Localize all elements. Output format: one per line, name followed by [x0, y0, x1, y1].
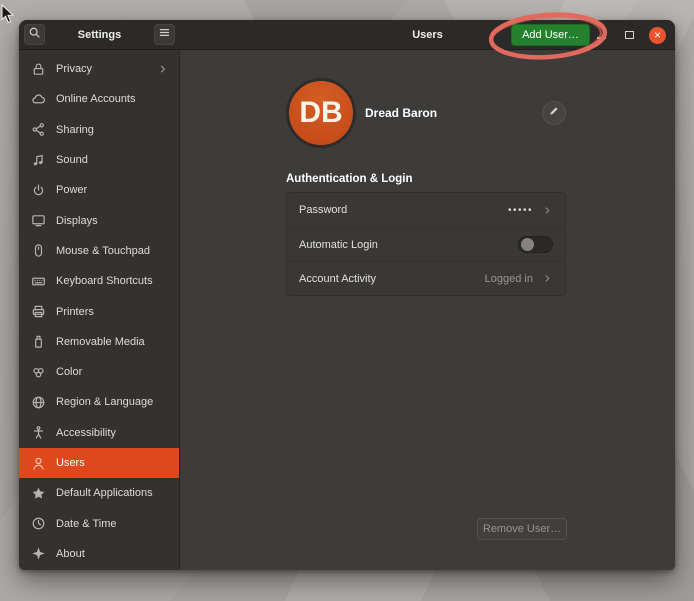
chevron-right-icon	[157, 63, 169, 75]
lock-icon	[31, 62, 46, 77]
row-label: Automatic Login	[299, 239, 378, 251]
account-activity-row[interactable]: Account Activity Logged in	[287, 261, 565, 295]
sidebar-item-region-and-language[interactable]: Region & Language	[19, 387, 179, 417]
sidebar-item-label: Privacy	[56, 63, 92, 75]
titlebar-main-section: Users Add User… ×	[180, 20, 675, 49]
sidebar-item-label: Mouse & Touchpad	[56, 245, 150, 257]
sidebar-item-default-applications[interactable]: Default Applications	[19, 478, 179, 508]
users-panel: DB Dread Baron Authentication & Login Pa…	[180, 50, 675, 570]
clock-icon	[31, 516, 46, 531]
remove-user-button[interactable]: Remove User…	[477, 518, 567, 540]
desktop-background: Settings Users Add User…	[0, 0, 694, 601]
window-body: Privacy Online Accounts Sharing Sound Power D…	[19, 50, 675, 570]
primary-menu-button[interactable]	[154, 24, 175, 45]
titlebar: Settings Users Add User…	[19, 20, 675, 50]
globe-icon	[31, 395, 46, 410]
sidebar-item-label: Sound	[56, 154, 88, 166]
hamburger-menu-icon	[158, 26, 171, 44]
chevron-right-icon	[542, 273, 553, 284]
row-value-area	[518, 236, 553, 253]
sidebar-item-label: Sharing	[56, 124, 94, 136]
sidebar-item-sound[interactable]: Sound	[19, 145, 179, 175]
pencil-icon	[548, 104, 560, 122]
section-title-authentication: Authentication & Login	[286, 173, 412, 185]
sidebar-item-color[interactable]: Color	[19, 357, 179, 387]
sidebar-item-label: Displays	[56, 215, 98, 227]
printer-icon	[31, 304, 46, 319]
maximize-icon	[625, 31, 634, 39]
sidebar-item-label: Online Accounts	[56, 93, 136, 105]
display-icon	[31, 213, 46, 228]
sidebar-item-label: Users	[56, 457, 85, 469]
music-note-icon	[31, 153, 46, 168]
add-user-button[interactable]: Add User…	[511, 24, 590, 46]
sidebar-item-label: Power	[56, 184, 87, 196]
sidebar-item-label: Date & Time	[56, 518, 117, 530]
sidebar-item-label: Default Applications	[56, 487, 153, 499]
window-controls: ×	[593, 20, 666, 50]
mouse-cursor	[1, 4, 16, 25]
sidebar-item-accessibility[interactable]: Accessibility	[19, 418, 179, 448]
share-icon	[31, 122, 46, 137]
accessibility-icon	[31, 425, 46, 440]
search-button[interactable]	[24, 24, 45, 45]
power-icon	[31, 183, 46, 198]
authentication-listbox: Password ••••• Automatic Login Account Acti…	[286, 192, 566, 296]
row-value: Logged in	[485, 273, 533, 285]
sidebar-item-label: Color	[56, 366, 82, 378]
user-avatar[interactable]: DB	[286, 78, 356, 148]
sidebar-item-users[interactable]: Users	[19, 448, 179, 478]
sparkle-icon	[31, 546, 46, 561]
titlebar-sidebar-section: Settings	[19, 20, 180, 49]
sidebar-item-privacy[interactable]: Privacy	[19, 54, 179, 84]
sidebar-item-printers[interactable]: Printers	[19, 296, 179, 326]
row-label: Account Activity	[299, 273, 376, 285]
sidebar-item-date-and-time[interactable]: Date & Time	[19, 508, 179, 538]
page-title: Users	[412, 29, 443, 41]
mouse-icon	[31, 243, 46, 258]
password-dots: •••••	[508, 205, 533, 216]
row-value-area: •••••	[508, 205, 553, 216]
search-icon	[28, 26, 41, 44]
sidebar-item-online-accounts[interactable]: Online Accounts	[19, 84, 179, 114]
sidebar-item-sharing[interactable]: Sharing	[19, 115, 179, 145]
user-icon	[31, 456, 46, 471]
automatic-login-toggle[interactable]	[518, 236, 553, 253]
maximize-button[interactable]	[621, 27, 637, 43]
app-title: Settings	[78, 29, 121, 41]
sidebar-item-power[interactable]: Power	[19, 175, 179, 205]
sidebar-item-removable-media[interactable]: Removable Media	[19, 327, 179, 357]
sidebar-item-keyboard-shortcuts[interactable]: Keyboard Shortcuts	[19, 266, 179, 296]
sidebar-item-mouse-and-touchpad[interactable]: Mouse & Touchpad	[19, 236, 179, 266]
minimize-button[interactable]	[593, 27, 609, 43]
minimize-icon	[597, 37, 606, 39]
sidebar-item-about[interactable]: About	[19, 539, 179, 569]
row-value-area: Logged in	[485, 273, 553, 285]
sidebar: Privacy Online Accounts Sharing Sound Power D…	[19, 50, 180, 570]
color-circles-icon	[31, 365, 46, 380]
edit-user-button[interactable]	[542, 101, 566, 125]
user-full-name: Dread Baron	[365, 106, 437, 120]
sidebar-item-label: Printers	[56, 306, 94, 318]
settings-window: Settings Users Add User…	[19, 20, 675, 570]
usb-drive-icon	[31, 334, 46, 349]
sidebar-item-label: About	[56, 548, 85, 560]
keyboard-icon	[31, 274, 46, 289]
sidebar-item-label: Accessibility	[56, 427, 116, 439]
sidebar-item-label: Region & Language	[56, 396, 153, 408]
toggle-knob	[521, 238, 534, 251]
close-button[interactable]: ×	[649, 27, 666, 44]
chevron-right-icon	[542, 205, 553, 216]
star-icon	[31, 486, 46, 501]
cloud-icon	[31, 92, 46, 107]
sidebar-item-displays[interactable]: Displays	[19, 205, 179, 235]
password-row[interactable]: Password •••••	[287, 193, 565, 227]
row-label: Password	[299, 204, 347, 216]
sidebar-item-label: Removable Media	[56, 336, 145, 348]
sidebar-item-label: Keyboard Shortcuts	[56, 275, 153, 287]
automatic-login-row[interactable]: Automatic Login	[287, 227, 565, 261]
